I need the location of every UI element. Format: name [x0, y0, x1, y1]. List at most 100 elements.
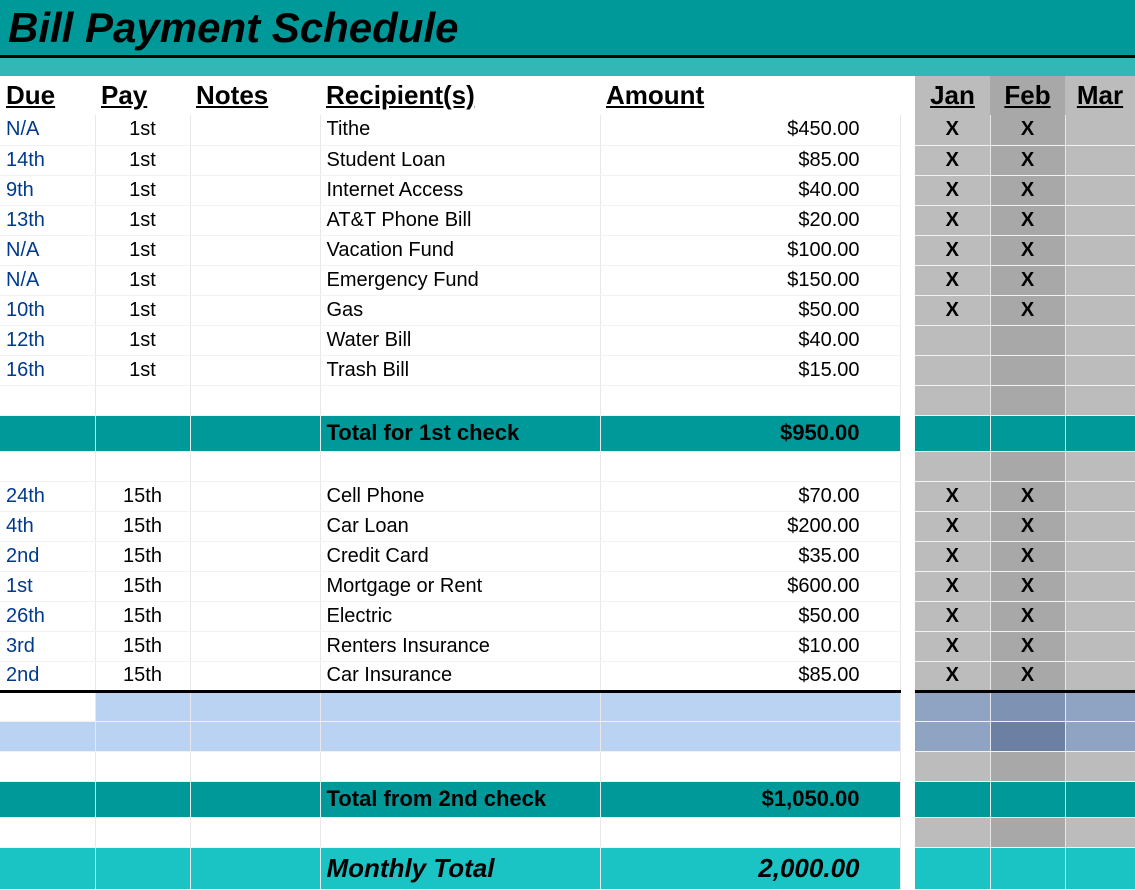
- spacer-cell[interactable]: [900, 385, 915, 415]
- selection-cell[interactable]: [900, 721, 915, 751]
- selection-row[interactable]: [0, 691, 1135, 721]
- cell-amount[interactable]: $150.00: [600, 265, 900, 295]
- cell-pay[interactable]: 15th: [95, 511, 190, 541]
- cell-amount[interactable]: $85.00: [600, 145, 900, 175]
- subtotal-label[interactable]: Total for 1st check: [320, 415, 600, 451]
- cell-recipient[interactable]: Mortgage or Rent: [320, 571, 600, 601]
- spacer-cell[interactable]: [1065, 817, 1135, 847]
- spacer-cell[interactable]: [990, 817, 1065, 847]
- spacer-cell[interactable]: [915, 385, 990, 415]
- cell-pay[interactable]: 15th: [95, 631, 190, 661]
- cell-jan[interactable]: X: [915, 661, 990, 691]
- cell-pay[interactable]: 15th: [95, 601, 190, 631]
- spacer-cell[interactable]: [915, 751, 990, 781]
- monthly-label[interactable]: Monthly Total: [320, 847, 600, 889]
- spacer-cell[interactable]: [320, 451, 600, 481]
- spacer-cell[interactable]: [990, 751, 1065, 781]
- cell-notes[interactable]: [190, 631, 320, 661]
- cell-pay[interactable]: 15th: [95, 541, 190, 571]
- spacer-cell[interactable]: [900, 817, 915, 847]
- cell-recipient[interactable]: Cell Phone: [320, 481, 600, 511]
- cell-due[interactable]: 13th: [0, 205, 95, 235]
- selection-cell[interactable]: [1065, 691, 1135, 721]
- cell-feb[interactable]: X: [990, 571, 1065, 601]
- cell-amount[interactable]: $600.00: [600, 571, 900, 601]
- cell-feb[interactable]: X: [990, 295, 1065, 325]
- cell-jan[interactable]: X: [915, 115, 990, 145]
- cell-amount[interactable]: $10.00: [600, 631, 900, 661]
- cell-recipient[interactable]: Credit Card: [320, 541, 600, 571]
- cell-feb[interactable]: X: [990, 235, 1065, 265]
- cell-due[interactable]: 10th: [0, 295, 95, 325]
- cell-pay[interactable]: 1st: [95, 145, 190, 175]
- cell-pay[interactable]: 1st: [95, 325, 190, 355]
- spacer-cell[interactable]: [95, 817, 190, 847]
- spacer-cell[interactable]: [0, 751, 95, 781]
- spacer-cell[interactable]: [600, 817, 900, 847]
- cell-pay[interactable]: 1st: [95, 115, 190, 145]
- spacer-cell[interactable]: [990, 451, 1065, 481]
- selection-cell[interactable]: [915, 721, 990, 751]
- selection-cell[interactable]: [95, 721, 190, 751]
- cell-notes[interactable]: [190, 205, 320, 235]
- cell-due[interactable]: N/A: [0, 235, 95, 265]
- cell-due[interactable]: N/A: [0, 115, 95, 145]
- selection-row[interactable]: [0, 721, 1135, 751]
- cell-notes[interactable]: [190, 265, 320, 295]
- cell-notes[interactable]: [190, 571, 320, 601]
- subtotal-amount[interactable]: $1,050.00: [600, 781, 900, 817]
- cell-notes[interactable]: [190, 355, 320, 385]
- spacer-cell[interactable]: [190, 751, 320, 781]
- col-feb[interactable]: Feb: [990, 76, 1065, 115]
- cell-mar[interactable]: [1065, 115, 1135, 145]
- cell-jan[interactable]: X: [915, 511, 990, 541]
- cell-mar[interactable]: [1065, 631, 1135, 661]
- spacer-cell[interactable]: [600, 751, 900, 781]
- col-pay[interactable]: Pay: [95, 76, 190, 115]
- spacer-cell[interactable]: [915, 451, 990, 481]
- spacer-cell[interactable]: [190, 385, 320, 415]
- cell-due[interactable]: 14th: [0, 145, 95, 175]
- cell-feb[interactable]: [990, 325, 1065, 355]
- spacer-cell[interactable]: [95, 451, 190, 481]
- selection-cell[interactable]: [600, 721, 900, 751]
- cell-feb[interactable]: X: [990, 145, 1065, 175]
- cell-feb[interactable]: X: [990, 205, 1065, 235]
- cell-recipient[interactable]: Tithe: [320, 115, 600, 145]
- cell-jan[interactable]: X: [915, 631, 990, 661]
- cell-notes[interactable]: [190, 115, 320, 145]
- cell-jan[interactable]: X: [915, 265, 990, 295]
- spacer-cell[interactable]: [915, 817, 990, 847]
- col-due[interactable]: Due: [0, 76, 95, 115]
- spacer-cell[interactable]: [320, 385, 600, 415]
- cell-due[interactable]: [0, 781, 95, 817]
- cell-notes[interactable]: [190, 175, 320, 205]
- cell-notes[interactable]: [190, 481, 320, 511]
- spacer-cell[interactable]: [900, 751, 915, 781]
- cell-mar[interactable]: [1065, 325, 1135, 355]
- cell-feb[interactable]: X: [990, 541, 1065, 571]
- cell-due[interactable]: 1st: [0, 571, 95, 601]
- cell-pay[interactable]: 15th: [95, 571, 190, 601]
- col-jan[interactable]: Jan: [915, 76, 990, 115]
- cell-notes[interactable]: [190, 235, 320, 265]
- cell-notes[interactable]: [190, 145, 320, 175]
- cell-pay[interactable]: 1st: [95, 205, 190, 235]
- cell-recipient[interactable]: Internet Access: [320, 175, 600, 205]
- cell-recipient[interactable]: Car Insurance: [320, 661, 600, 691]
- cell-notes[interactable]: [190, 541, 320, 571]
- cell-jan[interactable]: [915, 355, 990, 385]
- cell-notes[interactable]: [190, 601, 320, 631]
- cell-mar[interactable]: [1065, 175, 1135, 205]
- cell-feb[interactable]: X: [990, 631, 1065, 661]
- cell-recipient[interactable]: Car Loan: [320, 511, 600, 541]
- cell-mar[interactable]: [1065, 145, 1135, 175]
- cell-due[interactable]: 12th: [0, 325, 95, 355]
- cell-notes[interactable]: [190, 295, 320, 325]
- spacer-cell[interactable]: [190, 451, 320, 481]
- selection-cell[interactable]: [915, 691, 990, 721]
- spacer-cell[interactable]: [1065, 451, 1135, 481]
- spacer-cell[interactable]: [900, 451, 915, 481]
- cell-pay[interactable]: [95, 415, 190, 451]
- cell-feb[interactable]: X: [990, 481, 1065, 511]
